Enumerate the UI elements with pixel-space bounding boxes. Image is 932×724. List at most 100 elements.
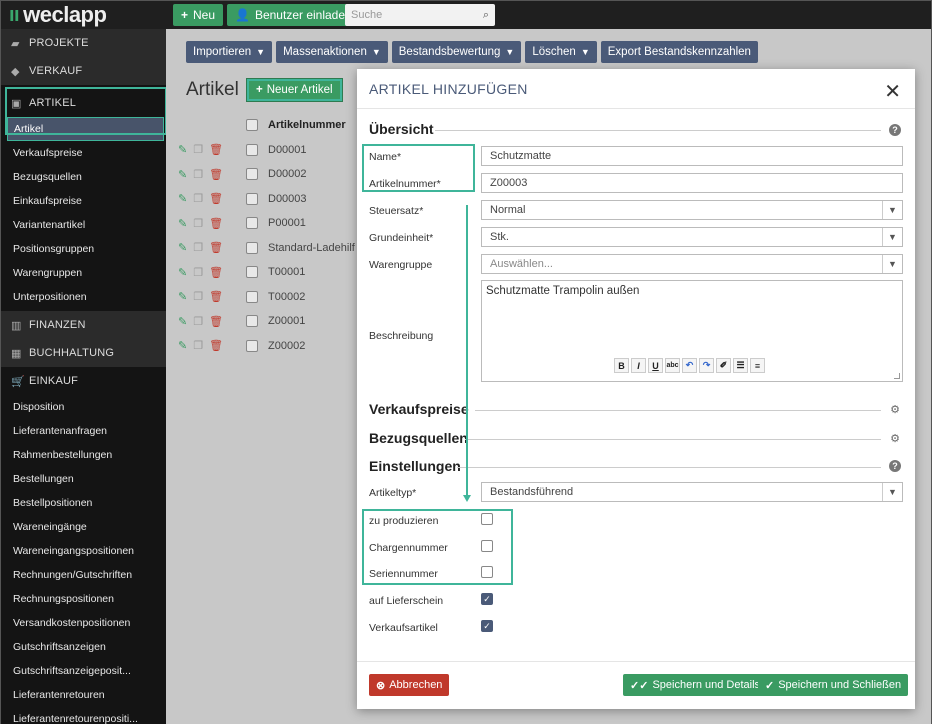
sidebar-item-gutschriftsanzeigepositionen[interactable]: Gutschriftsanzeigeposit... xyxy=(1,659,166,683)
table-row[interactable]: ✎ ❐ 🗑 D00001 xyxy=(174,138,374,163)
sidebar-item-rahmenbestellungen[interactable]: Rahmenbestellungen xyxy=(1,443,166,467)
section-title-bezugsquellen[interactable]: Bezugsquellen xyxy=(369,430,468,446)
import-button[interactable]: Importieren ▼ xyxy=(186,41,273,63)
sidebar-item-positionsgruppen[interactable]: Positionsgruppen xyxy=(1,237,166,261)
edit-icon[interactable]: ✎ xyxy=(178,241,187,254)
sidebar-section-artikel[interactable]: ▣ ARTIKEL xyxy=(1,89,166,117)
sidebar-item-einkaufspreise[interactable]: Einkaufspreise xyxy=(1,189,166,213)
redo-icon[interactable]: ↷ xyxy=(699,358,714,373)
sidebar-item-gutschriftsanzeigen[interactable]: Gutschriftsanzeigen xyxy=(1,635,166,659)
beschreibung-editor[interactable]: Schutzmatte Trampolin außen B I U abc ↶ … xyxy=(481,280,903,382)
bold-icon[interactable]: B xyxy=(614,358,629,373)
new-article-button[interactable]: + Neuer Artikel xyxy=(246,78,343,102)
trash-icon[interactable]: 🗑 xyxy=(209,168,223,181)
steuersatz-select[interactable]: Normal ▼ xyxy=(481,200,903,220)
table-row[interactable]: ✎ ❐ 🗑 Z00001 xyxy=(174,309,374,334)
sidebar-item-lieferantenanfragen[interactable]: Lieferantenanfragen xyxy=(1,419,166,443)
select-all-checkbox[interactable] xyxy=(246,119,258,132)
edit-icon[interactable]: ✎ xyxy=(178,290,187,303)
gear-icon[interactable]: ⚙ xyxy=(889,432,901,445)
italic-icon[interactable]: I xyxy=(631,358,646,373)
row-checkbox[interactable] xyxy=(246,315,258,328)
trash-icon[interactable]: 🗑 xyxy=(209,192,223,205)
artikeltyp-select[interactable]: Bestandsführend ▼ xyxy=(481,482,903,502)
gear-icon[interactable]: ⚙ xyxy=(889,403,901,416)
undo-icon[interactable]: ↶ xyxy=(682,358,697,373)
copy-icon[interactable]: ❐ xyxy=(193,241,203,254)
sidebar-item-rechnungen-gutschriften[interactable]: Rechnungen/Gutschriften xyxy=(1,563,166,587)
stock-valuation-button[interactable]: Bestandsbewertung ▼ xyxy=(391,41,522,63)
edit-icon[interactable]: ✎ xyxy=(178,315,187,328)
grundeinheit-select[interactable]: Stk. ▼ xyxy=(481,227,903,247)
delete-button[interactable]: Löschen ▼ xyxy=(525,41,597,63)
table-row[interactable]: ✎ ❐ 🗑 T00002 xyxy=(174,285,374,310)
trash-icon[interactable]: 🗑 xyxy=(209,217,223,230)
copy-icon[interactable]: ❐ xyxy=(193,192,203,205)
strikethrough-icon[interactable]: abc xyxy=(665,358,680,373)
sidebar-item-lieferantenretouren[interactable]: Lieferantenretouren xyxy=(1,683,166,707)
trash-icon[interactable]: 🗑 xyxy=(209,266,223,279)
trash-icon[interactable]: 🗑 xyxy=(209,241,223,254)
sidebar-item-warengruppen[interactable]: Warengruppen xyxy=(1,261,166,285)
table-row[interactable]: ✎ ❐ 🗑 Standard-Ladehilf xyxy=(174,236,374,261)
bullet-list-icon[interactable]: ☰ xyxy=(733,358,748,373)
sidebar-item-rechnungspositionen[interactable]: Rechnungspositionen xyxy=(1,587,166,611)
sidebar-section-projekte[interactable]: ▰ PROJEKTE xyxy=(1,29,166,57)
sidebar-item-wareneingangspositionen[interactable]: Wareneingangspositionen xyxy=(1,539,166,563)
sidebar-item-verkaufspreise[interactable]: Verkaufspreise xyxy=(1,141,166,165)
logo[interactable]: ıı weclapp xyxy=(9,2,107,27)
trash-icon[interactable]: 🗑 xyxy=(209,315,223,328)
row-checkbox[interactable] xyxy=(246,192,258,205)
edit-icon[interactable]: ✎ xyxy=(178,192,187,205)
close-icon[interactable]: ✕ xyxy=(884,79,901,104)
name-field[interactable]: Schutzmatte xyxy=(481,146,903,166)
auf-lieferschein-checkbox[interactable]: ✓ xyxy=(481,593,493,605)
help-icon[interactable]: ? xyxy=(889,124,901,136)
artikelnummer-field[interactable]: Z00003 xyxy=(481,173,903,193)
sidebar-item-disposition[interactable]: Disposition xyxy=(1,395,166,419)
sidebar-item-bezugsquellen[interactable]: Bezugsquellen xyxy=(1,165,166,189)
table-row[interactable]: ✎ ❐ 🗑 D00002 xyxy=(174,162,374,187)
edit-icon[interactable]: ✎ xyxy=(178,266,187,279)
sidebar-item-lieferantenretourenpositionen[interactable]: Lieferantenretourenpositi... xyxy=(1,707,166,724)
section-title-verkaufspreise[interactable]: Verkaufspreise xyxy=(369,401,469,417)
cancel-button[interactable]: ⊗ Abbrechen xyxy=(369,674,450,696)
trash-icon[interactable]: 🗑 xyxy=(209,143,223,156)
beschreibung-text[interactable]: Schutzmatte Trampolin außen xyxy=(486,285,639,297)
column-header-artikelnummer[interactable]: Artikelnummer xyxy=(268,119,346,131)
copy-icon[interactable]: ❐ xyxy=(193,217,203,230)
seriennummer-checkbox[interactable] xyxy=(481,566,493,578)
sidebar-section-buchhaltung[interactable]: ▦ BUCHHALTUNG xyxy=(1,339,166,367)
sidebar-section-einkauf[interactable]: 🛒 EINKAUF xyxy=(1,367,166,395)
numbered-list-icon[interactable]: ≡ xyxy=(750,358,765,373)
edit-icon[interactable]: ✎ xyxy=(178,217,187,230)
trash-icon[interactable]: 🗑 xyxy=(209,290,223,303)
edit-icon[interactable]: ✎ xyxy=(178,168,187,181)
warengruppe-select[interactable]: Auswählen... ▼ xyxy=(481,254,903,274)
sidebar-item-bestellpositionen[interactable]: Bestellpositionen xyxy=(1,491,166,515)
new-button[interactable]: + Neu xyxy=(173,4,224,26)
copy-icon[interactable]: ❐ xyxy=(193,290,203,303)
clear-format-icon[interactable]: ✐ xyxy=(716,358,731,373)
chargennummer-checkbox[interactable] xyxy=(481,540,493,552)
row-checkbox[interactable] xyxy=(246,217,258,230)
row-checkbox[interactable] xyxy=(246,266,258,279)
sidebar-item-wareneingaenge[interactable]: Wareneingänge xyxy=(1,515,166,539)
copy-icon[interactable]: ❐ xyxy=(193,143,203,156)
underline-icon[interactable]: U xyxy=(648,358,663,373)
zu-produzieren-checkbox[interactable] xyxy=(481,513,493,525)
copy-icon[interactable]: ❐ xyxy=(193,339,203,352)
verkaufsartikel-checkbox[interactable]: ✓ xyxy=(481,620,493,632)
sidebar-item-variantenartikel[interactable]: Variantenartikel xyxy=(1,213,166,237)
copy-icon[interactable]: ❐ xyxy=(193,315,203,328)
row-checkbox[interactable] xyxy=(246,143,258,156)
save-and-details-button[interactable]: ✓✓ Speichern und Details xyxy=(623,674,768,696)
help-icon[interactable]: ? xyxy=(889,460,901,472)
row-checkbox[interactable] xyxy=(246,168,258,181)
trash-icon[interactable]: 🗑 xyxy=(209,339,223,352)
sidebar-item-artikel[interactable]: Artikel xyxy=(7,117,164,141)
sidebar-item-unterpositionen[interactable]: Unterpositionen xyxy=(1,285,166,309)
resize-handle-icon[interactable] xyxy=(894,373,900,379)
copy-icon[interactable]: ❐ xyxy=(193,266,203,279)
export-stock-figures-button[interactable]: Export Bestandskennzahlen xyxy=(600,41,758,63)
